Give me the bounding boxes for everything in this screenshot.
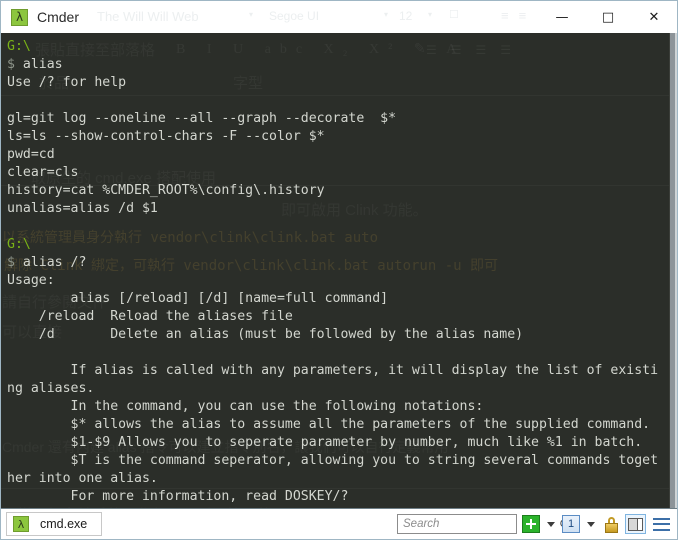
terminal-text: gl=git log --oneline --all --graph --dec… <box>7 111 397 126</box>
terminal-line: $ alias /? <box>7 254 677 272</box>
window-title: Cmder <box>37 9 80 25</box>
hamburger-menu-icon <box>652 517 670 531</box>
active-console-count-button[interactable]: 1 <box>561 514 581 534</box>
terminal-line: ng aliases. <box>7 380 677 398</box>
tab-label: cmd.exe <box>40 517 88 531</box>
bleed-font-size: 12 <box>399 9 413 23</box>
new-console-dropdown[interactable] <box>545 514 557 534</box>
terminal-text: $ <box>7 57 23 72</box>
terminal-text: alias [/reload] [/d] [name=full command] <box>7 291 389 306</box>
terminal-line: /reload Reload the aliases file <box>7 308 677 326</box>
terminal-line: Usage: <box>7 272 677 290</box>
terminal-text: In the command, you can use the followin… <box>7 399 484 414</box>
bleed-caret-1: ▾ <box>249 10 254 19</box>
window-controls: — □ ✕ <box>539 1 677 33</box>
terminal-scrollbar[interactable] <box>669 33 677 508</box>
terminal-text: If alias is called with any parameters, … <box>7 363 659 378</box>
terminal-text: pwd=cd <box>7 147 55 162</box>
active-console-dropdown[interactable] <box>585 514 597 534</box>
bleed-site-title: The Will Will Web <box>97 9 199 24</box>
terminal-line: pwd=cd <box>7 146 677 164</box>
terminal-line: In the command, you can use the followin… <box>7 398 677 416</box>
terminal-line: history=cat %CMDER_ROOT%\config\.history <box>7 182 677 200</box>
terminal-line: gl=git log --oneline --all --graph --dec… <box>7 110 677 128</box>
terminal-text: unalias=alias /d $1 <box>7 201 158 216</box>
terminal-line: $* allows the alias to assume all the pa… <box>7 416 677 434</box>
terminal-text: $T is the command seperator, allowing yo… <box>7 453 659 468</box>
bleed-font-name: Segoe UI <box>269 9 320 23</box>
terminal-line: ls=ls --show-control-chars -F --color $* <box>7 128 677 146</box>
terminal-line: unalias=alias /d $1 <box>7 200 677 218</box>
terminal-text: /d Delete an alias (must be followed by … <box>7 327 524 342</box>
menu-button[interactable] <box>650 514 672 534</box>
terminal-line: G:\ <box>7 236 677 254</box>
terminal-text: ng aliases. <box>7 381 95 396</box>
terminal-text: alias /? <box>22 255 87 270</box>
terminal-area[interactable]: 張貼直接至部落格 B I U abc X₂ X² ✎ A ☰☰☰☰ 於品 字型 … <box>1 33 677 508</box>
split-panel-icon <box>628 517 643 531</box>
tab-lambda-icon: λ <box>13 516 29 532</box>
terminal-line: her into one alias. <box>7 470 677 488</box>
terminal-output[interactable]: G:\ $ alias Use /? for help gl=git log --o… <box>1 33 677 508</box>
bleed-caret-3: ▾ <box>428 10 433 19</box>
terminal-line: $1-$9 Allows you to seperate parameter b… <box>7 434 677 452</box>
cmder-window: The Will Will Web ▾ Segoe UI ▾ 12 ▾ ☐ ≡≡… <box>0 0 678 540</box>
new-console-button[interactable] <box>521 514 541 534</box>
lock-icon <box>604 516 619 533</box>
terminal-line: $T is the command seperator, allowing yo… <box>7 452 677 470</box>
chevron-down-icon <box>547 521 555 527</box>
search-box[interactable] <box>397 514 572 534</box>
terminal-text: Use /? for help <box>7 75 127 90</box>
terminal-text: $* allows the alias to assume all the pa… <box>7 417 651 432</box>
lock-body <box>604 522 618 533</box>
terminal-line: /d Delete an alias (must be followed by … <box>7 326 677 344</box>
bleed-caret-2: ▾ <box>384 10 389 19</box>
terminal-text: $ <box>7 255 23 270</box>
terminal-text: $1-$9 Allows you to seperate parameter b… <box>7 435 643 450</box>
terminal-text: Usage: <box>7 273 55 288</box>
split-panel-button[interactable] <box>625 514 646 534</box>
terminal-text: history=cat %CMDER_ROOT%\config\.history <box>7 183 325 198</box>
plus-icon <box>522 515 540 533</box>
terminal-text: For more information, read DOSKEY/? <box>7 489 349 504</box>
console-count-icon: 1 <box>562 515 580 533</box>
lock-button[interactable] <box>601 514 621 534</box>
terminal-line: Use /? for help <box>7 74 677 92</box>
terminal-text: clear=cls <box>7 165 79 180</box>
terminal-text: ls=ls --show-control-chars -F --color $* <box>7 129 325 144</box>
terminal-text: alias <box>22 57 63 72</box>
maximize-button[interactable]: □ <box>585 1 631 33</box>
terminal-text: G:\ <box>7 39 31 54</box>
app-lambda-icon: λ <box>11 8 28 26</box>
minimize-button[interactable]: — <box>539 1 585 33</box>
terminal-line: clear=cls <box>7 164 677 182</box>
console-tab-cmd[interactable]: λ cmd.exe <box>6 512 103 536</box>
terminal-line: $ alias <box>7 56 677 74</box>
terminal-line: If alias is called with any parameters, … <box>7 362 677 380</box>
panel-right-half <box>638 518 642 530</box>
terminal-text: G:\ <box>7 237 31 252</box>
bleed-aa-icon: ☐ <box>449 9 459 21</box>
terminal-text: /reload Reload the aliases file <box>7 309 293 324</box>
chevron-down-icon <box>587 521 595 527</box>
terminal-line: For more information, read DOSKEY/? <box>7 488 677 506</box>
close-button[interactable]: ✕ <box>631 1 677 33</box>
panel-left-half <box>629 518 638 530</box>
terminal-line: G:\ <box>7 38 677 56</box>
terminal-line: alias [/reload] [/d] [name=full command] <box>7 290 677 308</box>
terminal-text: her into one alias. <box>7 471 158 486</box>
status-bar: λ cmd.exe 1 <box>1 508 677 539</box>
title-bar[interactable]: The Will Will Web ▾ Segoe UI ▾ 12 ▾ ☐ ≡≡… <box>1 1 677 33</box>
status-bar-controls: 1 <box>397 514 672 534</box>
bleed-list-icons: ≡≡ <box>501 8 537 23</box>
